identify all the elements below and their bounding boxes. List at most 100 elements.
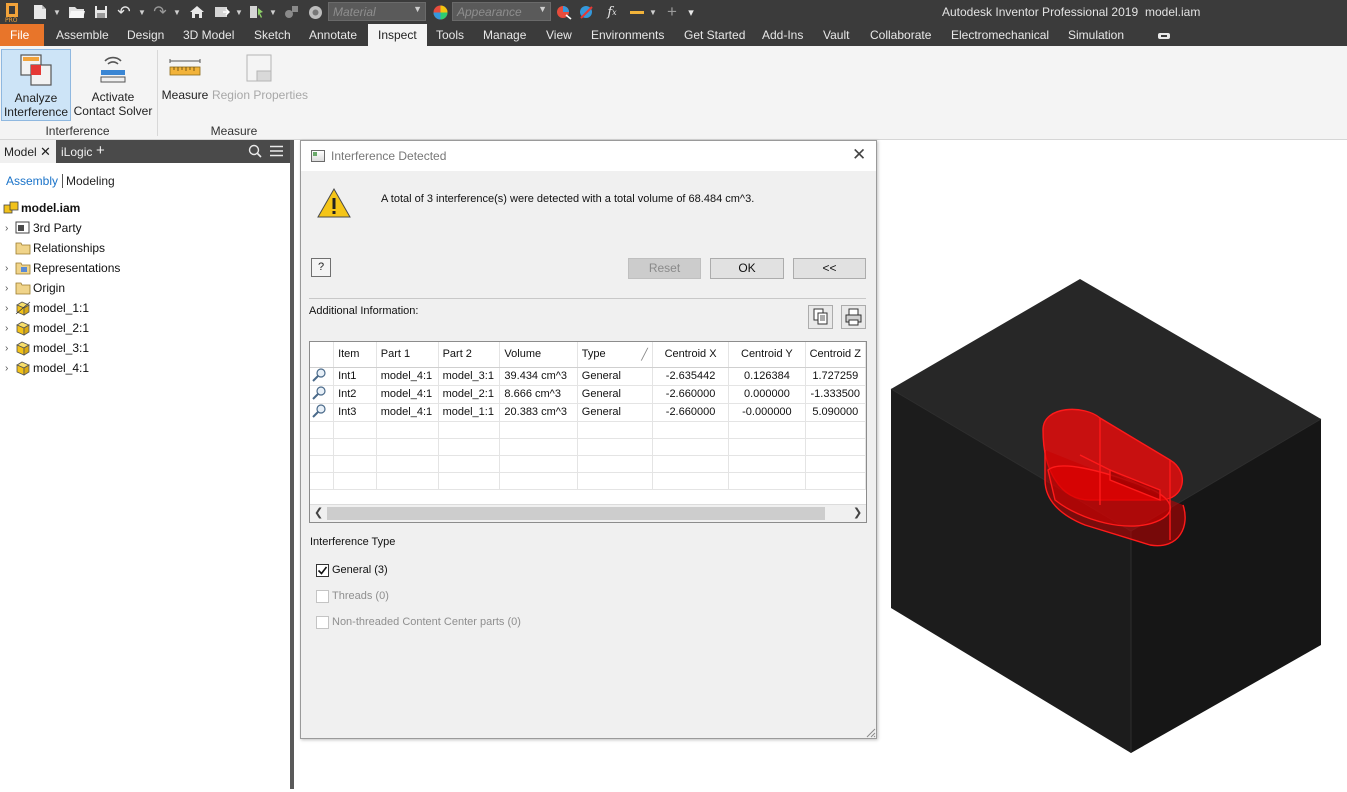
new-icon[interactable] bbox=[30, 3, 50, 21]
tab-file[interactable]: File bbox=[0, 24, 44, 46]
return-dropdown-icon[interactable]: ▼ bbox=[234, 3, 244, 21]
copy-to-clipboard-button[interactable] bbox=[808, 305, 833, 329]
tree-node-3rd-party[interactable]: › 3rd Party bbox=[5, 219, 82, 237]
general-checkbox[interactable] bbox=[316, 564, 329, 577]
color-icon[interactable] bbox=[306, 3, 324, 21]
tab-view[interactable]: View bbox=[536, 24, 582, 46]
tab-vault[interactable]: Vault bbox=[813, 24, 859, 46]
redo-icon[interactable]: ↷ bbox=[150, 3, 170, 21]
mode-modeling[interactable]: Modeling bbox=[66, 174, 115, 188]
expand-chevron-icon[interactable]: › bbox=[5, 263, 15, 274]
line-weight-icon[interactable] bbox=[627, 3, 647, 21]
horizontal-scrollbar[interactable]: ❮ ❯ bbox=[310, 504, 866, 522]
interference-results-grid[interactable]: Item Part 1 Part 2 Volume Type ╱ Centroid… bbox=[309, 341, 867, 523]
tab-3d-model[interactable]: 3D Model bbox=[173, 24, 244, 46]
fx-icon[interactable]: 𝑓x bbox=[601, 3, 623, 21]
tab-get-started[interactable]: Get Started bbox=[674, 24, 755, 46]
expand-chevron-icon[interactable]: › bbox=[5, 303, 15, 314]
model-3d-view[interactable] bbox=[877, 140, 1347, 789]
tree-node-relationships[interactable]: Relationships bbox=[5, 239, 105, 257]
column-header-centroid-y[interactable]: Centroid Y bbox=[728, 342, 806, 368]
collapse-button[interactable]: << bbox=[793, 258, 866, 279]
resize-grip-icon[interactable] bbox=[866, 728, 876, 738]
tree-node-model-1[interactable]: › model_1:1 bbox=[5, 299, 89, 317]
appearance-palette-icon[interactable] bbox=[431, 3, 449, 21]
column-header-item[interactable]: Item bbox=[333, 342, 377, 368]
tab-ilogic[interactable]: iLogic bbox=[61, 145, 92, 159]
close-icon[interactable]: ✕ bbox=[40, 144, 51, 160]
mode-assembly[interactable]: Assembly bbox=[6, 174, 58, 188]
tree-node-model-2[interactable]: › model_2:1 bbox=[5, 319, 89, 337]
expand-chevron-icon[interactable]: › bbox=[5, 223, 15, 234]
graphics-viewport[interactable] bbox=[877, 140, 1347, 789]
tab-annotate[interactable]: Annotate bbox=[299, 24, 367, 46]
general-checkbox-label[interactable]: General (3) bbox=[332, 564, 388, 576]
save-icon[interactable] bbox=[92, 3, 110, 21]
activate-contact-solver-button[interactable]: Activate Contact Solver bbox=[73, 49, 153, 121]
tab-manage[interactable]: Manage bbox=[473, 24, 536, 46]
expand-chevron-icon[interactable]: › bbox=[5, 323, 15, 334]
reset-button[interactable]: Reset bbox=[628, 258, 701, 279]
tree-root[interactable]: model.iam bbox=[3, 199, 80, 217]
threads-checkbox-label[interactable]: Threads (0) bbox=[332, 590, 389, 602]
measure-button[interactable]: Measure bbox=[160, 49, 210, 109]
dialog-title-bar[interactable]: Interference Detected ✕ bbox=[301, 141, 876, 171]
print-button[interactable] bbox=[841, 305, 866, 329]
new-dropdown-icon[interactable]: ▼ bbox=[52, 3, 62, 21]
tab-tools[interactable]: Tools bbox=[426, 24, 474, 46]
undo-icon[interactable]: ↶ bbox=[114, 3, 134, 21]
line-weight-dropdown-icon[interactable]: ▼ bbox=[648, 3, 658, 21]
scroll-left-icon[interactable]: ❮ bbox=[314, 506, 323, 519]
tab-collaborate[interactable]: Collaborate bbox=[860, 24, 941, 46]
menu-icon[interactable] bbox=[270, 145, 283, 157]
zoom-to-icon[interactable] bbox=[310, 403, 335, 422]
tab-add-ins[interactable]: Add-Ins bbox=[752, 24, 813, 46]
tab-design[interactable]: Design bbox=[117, 24, 174, 46]
tab-electromechanical[interactable]: Electromechanical bbox=[941, 24, 1059, 46]
ribbon-display-options[interactable]: ▼ bbox=[1148, 24, 1188, 63]
clear-appearance-icon[interactable] bbox=[578, 3, 596, 21]
return-icon[interactable] bbox=[212, 3, 232, 21]
column-header-centroid-z[interactable]: Centroid Z bbox=[805, 342, 866, 368]
appearance-dropdown[interactable]: Appearance ▼ bbox=[452, 2, 551, 21]
inventor-logo-icon[interactable]: PRO bbox=[2, 1, 22, 23]
shapes-icon[interactable] bbox=[283, 3, 301, 21]
tree-node-origin[interactable]: › Origin bbox=[5, 279, 65, 297]
table-row[interactable]: Int1 model_4:1 model_3:1 39.434 cm^3 Gen… bbox=[310, 367, 866, 386]
zoom-to-icon[interactable] bbox=[310, 367, 335, 386]
add-tab-icon[interactable]: + bbox=[96, 142, 105, 159]
threads-checkbox[interactable] bbox=[316, 590, 329, 603]
redo-dropdown-icon[interactable]: ▼ bbox=[172, 3, 182, 21]
home-icon[interactable] bbox=[187, 3, 207, 21]
tab-inspect[interactable]: Inspect bbox=[368, 24, 427, 46]
tab-simulation[interactable]: Simulation bbox=[1058, 24, 1134, 46]
column-header-type[interactable]: Type ╱ bbox=[577, 342, 653, 368]
close-icon[interactable]: ✕ bbox=[852, 145, 866, 165]
material-dropdown[interactable]: Material ▼ bbox=[328, 2, 426, 21]
crosshair-icon[interactable]: + bbox=[662, 2, 682, 21]
select-icon[interactable] bbox=[248, 3, 266, 21]
non-threaded-checkbox[interactable] bbox=[316, 616, 329, 629]
tab-model[interactable]: Model ✕ bbox=[0, 140, 56, 163]
tree-node-representations[interactable]: › Representations bbox=[5, 259, 120, 277]
column-header-part1[interactable]: Part 1 bbox=[376, 342, 439, 368]
search-icon[interactable] bbox=[248, 144, 262, 158]
scrollbar-thumb[interactable] bbox=[327, 507, 825, 520]
scroll-right-icon[interactable]: ❯ bbox=[853, 506, 862, 519]
table-row[interactable]: Int2 model_4:1 model_2:1 8.666 cm^3 Gene… bbox=[310, 385, 866, 404]
tab-environments[interactable]: Environments bbox=[581, 24, 674, 46]
non-threaded-checkbox-label[interactable]: Non-threaded Content Center parts (0) bbox=[332, 616, 521, 628]
adjust-appearance-icon[interactable] bbox=[555, 3, 573, 21]
expand-chevron-icon[interactable]: › bbox=[5, 343, 15, 354]
tab-assemble[interactable]: Assemble bbox=[46, 24, 119, 46]
analyze-interference-button[interactable]: Analyze Interference bbox=[1, 49, 71, 121]
select-dropdown-icon[interactable]: ▼ bbox=[268, 3, 278, 21]
tree-node-model-4[interactable]: › model_4:1 bbox=[5, 359, 89, 377]
column-header-centroid-x[interactable]: Centroid X bbox=[652, 342, 730, 368]
expand-chevron-icon[interactable]: › bbox=[5, 283, 15, 294]
column-header-part2[interactable]: Part 2 bbox=[438, 342, 501, 368]
column-header-volume[interactable]: Volume bbox=[499, 342, 578, 368]
undo-dropdown-icon[interactable]: ▼ bbox=[137, 3, 147, 21]
help-button[interactable]: ? bbox=[311, 258, 331, 277]
tab-sketch[interactable]: Sketch bbox=[244, 24, 301, 46]
